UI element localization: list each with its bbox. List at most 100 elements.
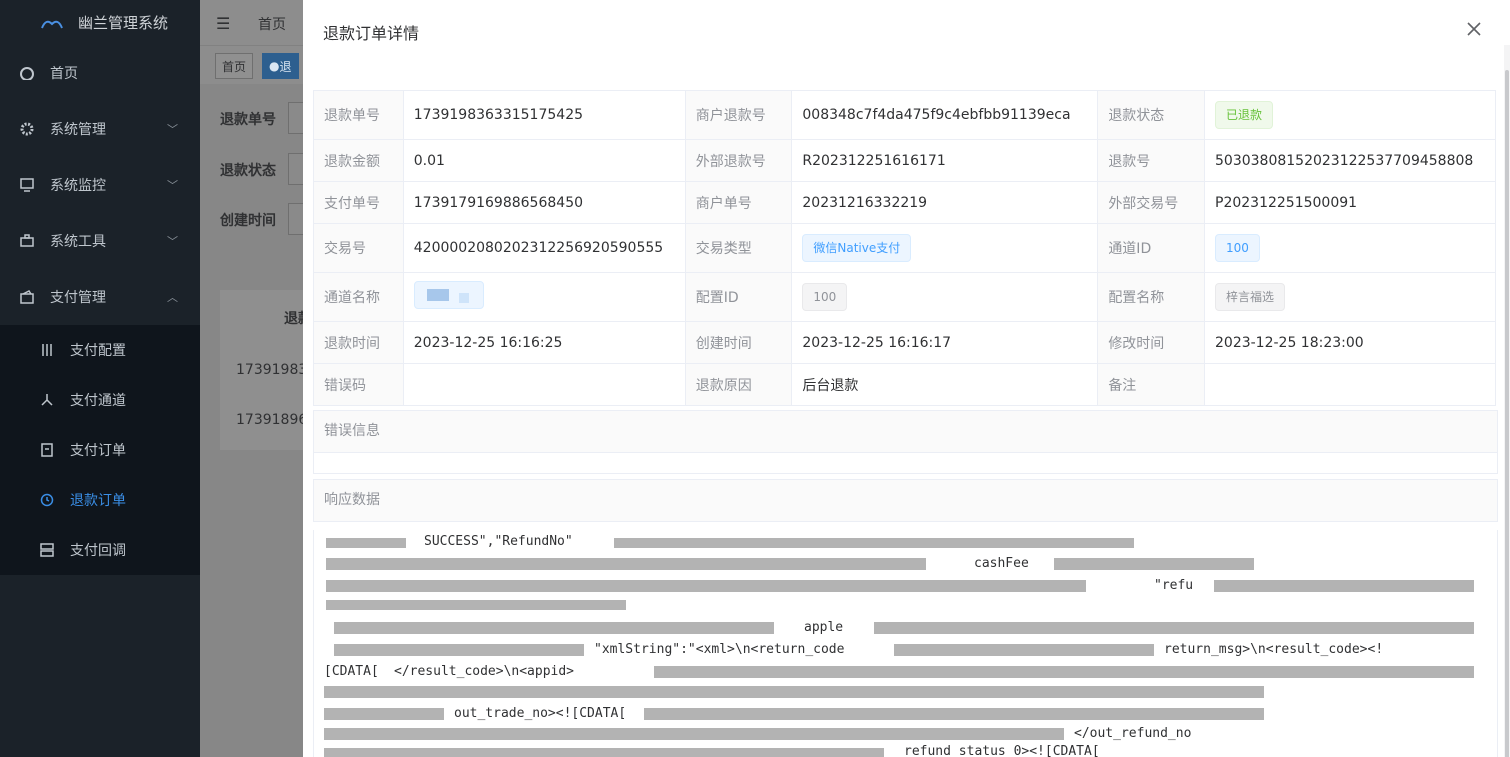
tab-home[interactable]: 首页 [215,53,254,79]
sidebar-item-payment[interactable]: 支付管理 ︿ [0,269,200,325]
detail-label: 退款状态 [1097,90,1205,140]
trade-type-tag: 微信Native支付 [802,234,912,262]
toolbox-icon [20,234,34,247]
app-logo[interactable]: 幽兰管理系统 [0,0,200,45]
response-fragment: cashFee [974,556,1029,571]
detail-row: 支付单号 1739179169886568450 商户单号 2023121633… [313,181,1496,224]
detail-row: 通道名称 配置ID 100 配置名称 梓言福选 [313,272,1496,322]
chevron-down-icon: ﹀ [167,123,178,136]
sidebar-item-pay-callback[interactable]: 支付回调 [0,525,200,575]
breadcrumb[interactable]: 首页 [258,14,286,34]
gear-icon [20,122,34,136]
detail-label: 配置名称 [1097,272,1205,322]
filter-label-refund-status: 退款状态 [220,163,276,179]
detail-label: 备注 [1097,363,1205,406]
sidebar-item-monitor[interactable]: 系统监控 ﹀ [0,157,200,213]
update-time-value: 2023-12-25 18:23:00 [1204,321,1496,364]
refund-reason-value: 后台退款 [791,363,1099,406]
refund-status-badge: 已退款 [1215,101,1274,129]
detail-row: 交易号 4200002080202312256920590555 交易类型 微信… [313,223,1496,273]
detail-label: 交易类型 [684,223,793,273]
monitor-icon [20,178,34,192]
response-fragment: </result_code>\n<appid> [394,664,575,679]
sidebar-item-pay-config[interactable]: 支付配置 [0,325,200,375]
response-fragment: out_trade_no><![CDATA[ [454,706,627,721]
error-info-label: 错误信息 [314,411,1497,453]
wallet-icon [20,290,34,304]
filter-label-refund-no: 退款单号 [220,112,276,128]
scrollbar-thumb[interactable] [1505,70,1509,757]
sidebar-item-label: 支付管理 [50,290,106,306]
detail-label: 支付单号 [313,181,404,224]
config-id-tag: 100 [802,283,848,311]
sidebar-item-label: 支付订单 [70,443,126,459]
response-fragment: "refu [1154,578,1194,593]
sidebar-item-label: 首页 [50,66,78,82]
sidebar-item-label: 支付通道 [70,393,126,409]
refund-details-table: 退款单号 1739198363315175425 商户退款号 008348c7f… [313,90,1496,406]
callback-icon [40,543,54,557]
sidebar-item-pay-order[interactable]: 支付订单 [0,425,200,475]
transaction-no-value: 4200002080202312256920590555 [402,223,686,273]
sidebar-item-pay-channel[interactable]: 支付通道 [0,375,200,425]
external-refund-no-value: R202312251616171 [791,139,1099,182]
sidebar-item-label: 退款订单 [70,493,126,509]
detail-label: 错误码 [313,363,404,406]
channel-name-tag-blurred [413,281,484,309]
response-data-section: 响应数据 [313,479,1498,522]
channel-id-tag: 100 [1215,234,1260,262]
response-fragment: [CDATA[ [324,664,379,679]
response-fragment: apple [804,620,844,635]
create-time-value: 2023-12-25 16:16:17 [791,321,1099,364]
tab-refund-order[interactable]: ● 退 [262,53,299,79]
chevron-down-icon: ﹀ [167,235,178,248]
drawer-scrollbar[interactable] [1504,45,1510,757]
merchant-order-no-value: 20231216332219 [791,181,1099,224]
detail-row: 退款时间 2023-12-25 16:16:25 创建时间 2023-12-25… [313,321,1496,364]
sidebar-item-refund-order[interactable]: 退款订单 [0,475,200,525]
order-icon [41,443,53,457]
dashboard-icon [20,67,34,80]
refund-id-value: 50303808152023122537709458808 [1204,139,1496,182]
config-name-tag: 梓言福选 [1215,283,1286,311]
sidebar-item-label: 系统监控 [50,178,106,194]
detail-label: 退款单号 [313,90,404,140]
sidebar-item-label: 系统管理 [50,122,106,138]
sidebar-item-home[interactable]: 首页 [0,45,200,101]
refund-no-value: 1739198363315175425 [402,90,686,140]
response-data-content: SUCCESS","RefundNo" cashFee "refu apple … [313,530,1498,757]
sidebar-item-tools[interactable]: 系统工具 ﹀ [0,213,200,269]
external-trade-no-value: P202312251500091 [1204,181,1496,224]
response-fragment: refund_status_0><![CDATA[ [904,744,1100,757]
detail-row: 退款金额 0.01 外部退款号 R202312251616171 退款号 503… [313,139,1496,182]
branch-icon [41,394,53,406]
drawer-title: 退款订单详情 [323,24,420,43]
close-icon[interactable] [1466,21,1482,37]
detail-label: 外部交易号 [1097,181,1205,224]
detail-label: 外部退款号 [684,139,793,182]
error-info-section: 错误信息 [313,410,1498,474]
detail-label: 通道ID [1097,223,1205,273]
orchid-logo-icon [41,20,63,28]
remark-value [1204,363,1496,406]
refund-detail-drawer: 退款订单详情 退款单号 1739198363315175425 商户退款号 00… [303,0,1510,757]
refund-amount-value: 0.01 [402,139,686,182]
sidebar-item-label: 支付回调 [70,543,126,559]
response-fragment: "xmlString":"<xml>\n<return_code [594,642,845,657]
sidebar-item-system[interactable]: 系统管理 ﹀ [0,101,200,157]
response-data-label: 响应数据 [314,480,1497,522]
refund-icon [40,493,54,507]
detail-row: 退款单号 1739198363315175425 商户退款号 008348c7f… [313,90,1496,140]
hamburger-icon[interactable]: ☰ [216,14,230,33]
detail-label: 通道名称 [313,272,404,322]
detail-label: 退款号 [1097,139,1205,182]
refund-time-value: 2023-12-25 16:16:25 [402,321,686,364]
sidebar: 幽兰管理系统 首页 系统管理 ﹀ 系统监控 ﹀ 系统工具 ﹀ 支付管理 ︿ 支付… [0,0,200,757]
tab-label: 退 [279,59,292,74]
payment-submenu: 支付配置 支付通道 支付订单 退款订单 支付回调 [0,325,200,575]
detail-label: 退款原因 [684,363,793,406]
response-fragment: SUCCESS","RefundNo" [424,534,573,549]
response-fragment: </out_refund_no [1074,726,1192,741]
merchant-refund-no-value: 008348c7f4da475f9c4ebfbb91139eca [791,90,1099,140]
sliders-icon [42,344,52,356]
